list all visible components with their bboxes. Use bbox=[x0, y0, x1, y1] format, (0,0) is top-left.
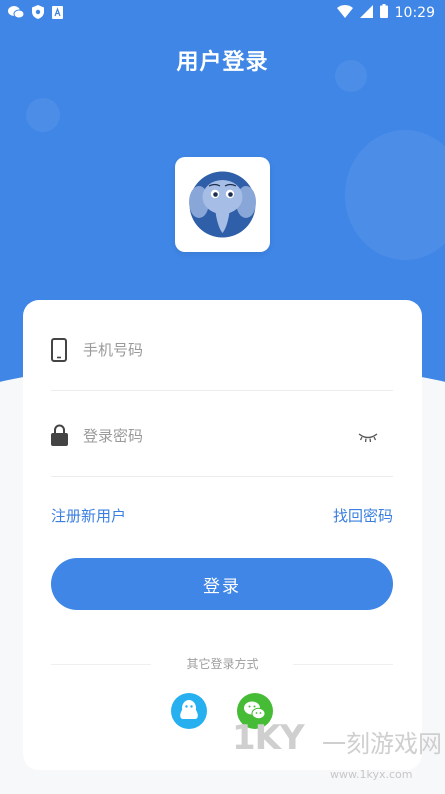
decor-bubble bbox=[345, 130, 445, 260]
password-input[interactable] bbox=[81, 422, 345, 450]
qq-icon bbox=[180, 700, 198, 719]
forgot-password-link[interactable]: 找回密码 bbox=[333, 505, 393, 526]
watermark-logo: 1KY bbox=[232, 718, 305, 758]
page-title: 用户登录 bbox=[176, 50, 269, 75]
eye-closed-icon[interactable] bbox=[357, 428, 379, 447]
decor-bubble bbox=[26, 98, 60, 132]
login-button[interactable]: 登录 bbox=[51, 558, 393, 610]
watermark-url: www.1kyx.com bbox=[330, 768, 413, 781]
watermark-brand-cn: 一刻游戏网 bbox=[322, 730, 442, 758]
elephant-logo-icon bbox=[189, 171, 256, 238]
password-field bbox=[51, 390, 393, 477]
phone-icon bbox=[51, 338, 67, 366]
register-link[interactable]: 注册新用户 bbox=[51, 505, 126, 526]
qq-login-button[interactable] bbox=[171, 693, 207, 729]
shield-icon bbox=[32, 5, 44, 23]
phone-input[interactable] bbox=[81, 336, 345, 364]
app-logo bbox=[175, 157, 270, 252]
status-bar: 10:29 bbox=[0, 0, 445, 26]
status-time: 10:29 bbox=[394, 5, 435, 21]
login-card: 注册新用户 找回密码 登录 其它登录方式 bbox=[23, 300, 422, 770]
other-login-label: 其它登录方式 bbox=[186, 657, 259, 671]
signal-icon bbox=[359, 4, 373, 22]
battery-icon bbox=[379, 4, 388, 22]
phone-field bbox=[51, 304, 393, 391]
wechat-icon bbox=[8, 5, 25, 23]
lock-icon bbox=[51, 424, 68, 450]
app-icon bbox=[52, 5, 63, 23]
wifi-icon bbox=[336, 4, 353, 22]
